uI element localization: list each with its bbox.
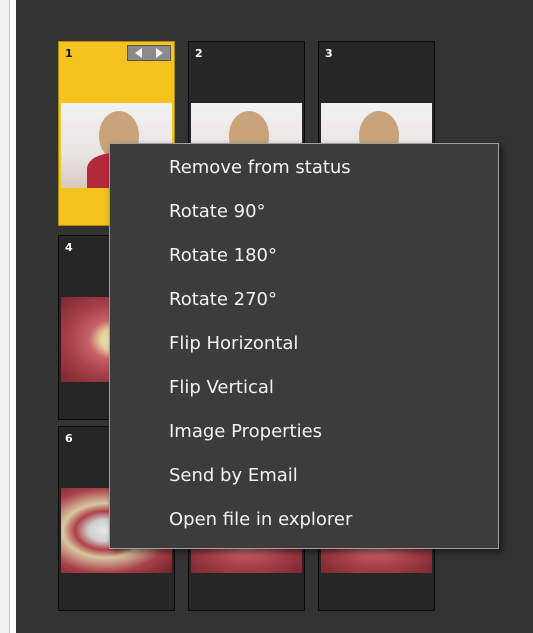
menu-item-open-file-in-explorer[interactable]: Open file in explorer [110,498,498,542]
left-panel-edge [0,0,10,633]
menu-item-send-by-email[interactable]: Send by Email [110,454,498,498]
image-nav-arrows[interactable] [127,45,171,61]
menu-item-rotate-180[interactable]: Rotate 180° [110,234,498,278]
menu-item-rotate-270[interactable]: Rotate 270° [110,278,498,322]
tile-number: 6 [65,432,73,445]
menu-item-flip-vertical[interactable]: Flip Vertical [110,366,498,410]
context-menu: Remove from status Rotate 90° Rotate 180… [109,143,499,549]
tile-number: 1 [65,47,73,60]
menu-item-rotate-90[interactable]: Rotate 90° [110,190,498,234]
menu-item-image-properties[interactable]: Image Properties [110,410,498,454]
tile-number: 4 [65,241,73,254]
tile-number: 3 [325,47,333,60]
menu-item-flip-horizontal[interactable]: Flip Horizontal [110,322,498,366]
chevron-right-icon[interactable] [156,48,163,58]
tile-number: 2 [195,47,203,60]
menu-item-remove-from-status[interactable]: Remove from status [110,146,498,190]
chevron-left-icon[interactable] [135,48,142,58]
